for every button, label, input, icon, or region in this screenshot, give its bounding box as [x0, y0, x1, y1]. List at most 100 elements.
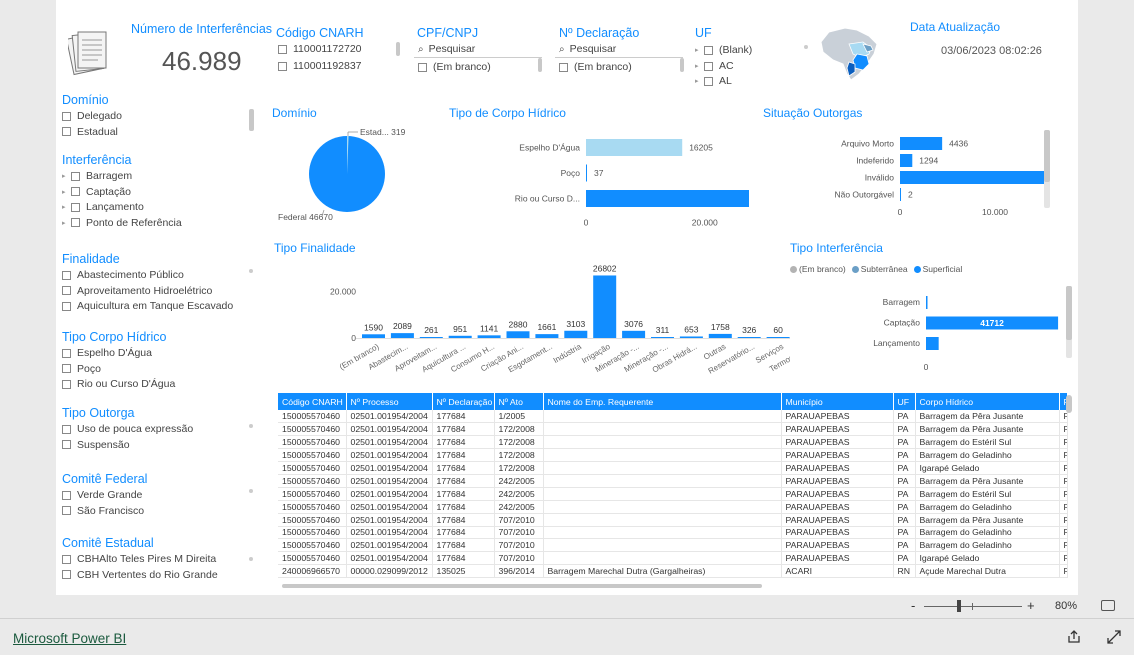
table-column-header[interactable]: Nº Processo — [346, 393, 433, 410]
zoom-slider-thumb[interactable] — [957, 600, 961, 612]
zoom-slider-track[interactable] — [924, 606, 1022, 607]
filter-scrollbar[interactable] — [249, 109, 254, 131]
expand-arrow-icon[interactable]: ▸ — [695, 46, 704, 54]
table-hscrollbar[interactable] — [282, 584, 762, 588]
chart-interferencia-scroll-thumb[interactable] — [1066, 286, 1072, 340]
slicer-cnarh-item[interactable]: 110001192837 — [278, 60, 362, 72]
filter-item[interactable]: Delegado — [62, 110, 122, 122]
zoom-level[interactable]: 80% — [1055, 600, 1077, 612]
scroll-dot[interactable] — [249, 557, 253, 561]
expand-arrow-icon[interactable]: ▸ — [62, 188, 71, 196]
table-row[interactable]: 150005570460 02501.001954/2004 177684 1/200… — [278, 410, 1068, 424]
bar[interactable] — [477, 335, 501, 338]
bar[interactable] — [900, 154, 913, 167]
table-row[interactable]: 150005570460 02501.001954/2004 177684 172/2… — [278, 461, 1068, 475]
table-row[interactable]: 150005570460 02501.001954/2004 177684 707/2… — [278, 513, 1068, 527]
table-column-header[interactable]: Código CNARH — [278, 393, 347, 410]
filter-item[interactable]: Aquicultura em Tanque Escavado — [62, 300, 233, 312]
bar[interactable] — [926, 296, 928, 309]
table-row[interactable]: 150005570460 02501.001954/2004 177684 172/2… — [278, 422, 1068, 437]
table-row[interactable]: 240006966570 00000.029099/2012 135025 396/2… — [278, 564, 1068, 579]
fullscreen-icon[interactable] — [1106, 629, 1122, 650]
legend-item[interactable]: Subterrânea — [851, 264, 908, 274]
checkbox[interactable] — [62, 506, 71, 515]
slicer-declaracao-search[interactable]: ⌕ Pesquisar — [559, 43, 616, 55]
filter-item[interactable]: Verde Grande — [62, 489, 142, 501]
filter-item[interactable]: Aproveitamento Hidroelétrico — [62, 285, 212, 297]
table-row[interactable]: 150005570460 02501.001954/2004 177684 172/2… — [278, 435, 1068, 450]
checkbox[interactable] — [71, 171, 80, 181]
bar[interactable] — [900, 171, 1046, 184]
bar[interactable] — [586, 190, 749, 207]
filter-item[interactable]: Espelho D'Água — [62, 347, 152, 359]
checkbox[interactable] — [62, 364, 71, 373]
zoom-in-button[interactable]: + — [1027, 598, 1035, 613]
checkbox[interactable] — [62, 379, 71, 389]
filter-item[interactable]: ▸ Captação — [62, 186, 131, 198]
checkbox[interactable] — [62, 301, 71, 311]
checkbox[interactable] — [62, 270, 71, 280]
checkbox[interactable] — [62, 348, 71, 358]
bar[interactable] — [362, 334, 385, 338]
filter-item[interactable]: Suspensão — [62, 439, 130, 451]
expand-arrow-icon[interactable]: ▸ — [62, 203, 71, 211]
checkbox[interactable] — [71, 187, 80, 196]
brazil-map[interactable] — [819, 24, 881, 82]
slicer-cnarh-item[interactable]: 110001172720 — [278, 43, 362, 55]
slicer-uf-item[interactable]: ▸ AL — [695, 75, 732, 87]
filter-item[interactable]: ▸ Lançamento — [62, 201, 144, 213]
bar[interactable] — [448, 335, 472, 338]
bar[interactable] — [419, 337, 443, 338]
bar[interactable] — [593, 275, 617, 338]
checkbox[interactable] — [62, 570, 71, 579]
table-row[interactable]: 150005570460 02501.001954/2004 177684 242/2… — [278, 474, 1068, 488]
table-column-header[interactable]: Nome do Emp. Requerente — [543, 393, 782, 410]
filter-item[interactable]: ▸ Ponto de Referência — [62, 217, 182, 229]
table-column-header[interactable]: Nº Ato — [494, 393, 544, 410]
bar[interactable] — [622, 330, 646, 338]
zoom-out-button[interactable]: - — [911, 598, 915, 613]
chart-interferencia[interactable]: BarragemCaptação41712Lançamento050.000 — [786, 288, 1066, 376]
legend-item[interactable]: Superficial — [913, 264, 962, 274]
table-row[interactable]: 150005570460 02501.001954/2004 177684 707/2… — [278, 526, 1068, 540]
checkbox[interactable] — [278, 44, 287, 54]
filter-item[interactable]: Uso de pouca expressão — [62, 423, 193, 435]
checkbox[interactable] — [62, 440, 71, 449]
checkbox[interactable] — [71, 202, 80, 212]
bar[interactable] — [564, 330, 588, 338]
bar[interactable] — [506, 331, 530, 338]
slicer-cpf-search[interactable]: ⌕ Pesquisar — [418, 43, 475, 55]
bar[interactable] — [586, 164, 587, 182]
expand-arrow-icon[interactable]: ▸ — [695, 77, 704, 85]
checkbox[interactable] — [62, 490, 71, 500]
table-row[interactable]: 150005570460 02501.001954/2004 177684 172/2… — [278, 448, 1068, 463]
table-row[interactable]: 150005570460 02501.001954/2004 177684 242/2… — [278, 500, 1068, 514]
checkbox[interactable] — [559, 62, 568, 72]
slicer-declaracao-item[interactable]: (Em branco) — [559, 61, 632, 73]
bar[interactable] — [900, 188, 901, 201]
chart-corpo[interactable]: Espelho D'Água 16205 Poço 37 Rio ou Curso D.… — [449, 130, 749, 230]
checkbox[interactable] — [62, 111, 71, 121]
filter-item[interactable]: Rio ou Curso D'Água — [62, 378, 175, 390]
filter-item[interactable]: CBH Vertentes do Rio Grande — [62, 569, 218, 581]
table-row[interactable]: 150005570460 02501.001954/2004 177684 707/2… — [278, 551, 1068, 566]
table-row[interactable]: 150005570460 02501.001954/2004 177684 242/2… — [278, 487, 1068, 501]
filter-item[interactable]: Abastecimento Público — [62, 269, 184, 281]
checkbox[interactable] — [71, 218, 80, 227]
checkbox[interactable] — [62, 127, 71, 136]
checkbox[interactable] — [62, 286, 71, 295]
table-column-header[interactable]: Nº Declaração — [432, 393, 495, 410]
slicer-cnarh-scrollbar[interactable] — [396, 42, 400, 56]
chart-situacao-scroll-thumb[interactable] — [1044, 130, 1050, 182]
filter-item[interactable]: CBHAlto Teles Pires M Direita — [62, 553, 216, 565]
checkbox[interactable] — [278, 61, 287, 71]
slicer-cpf-item[interactable]: (Em branco) — [418, 61, 491, 73]
scroll-dot[interactable] — [249, 424, 253, 428]
table-vscrollbar[interactable] — [1066, 395, 1072, 413]
checkbox[interactable] — [62, 424, 71, 434]
bar[interactable] — [737, 337, 761, 338]
bar[interactable] — [535, 334, 559, 338]
expand-arrow-icon[interactable]: ▸ — [62, 219, 71, 227]
expand-arrow-icon[interactable]: ▸ — [62, 172, 71, 180]
table-column-header[interactable]: Corpo Hídrico — [915, 393, 1060, 410]
